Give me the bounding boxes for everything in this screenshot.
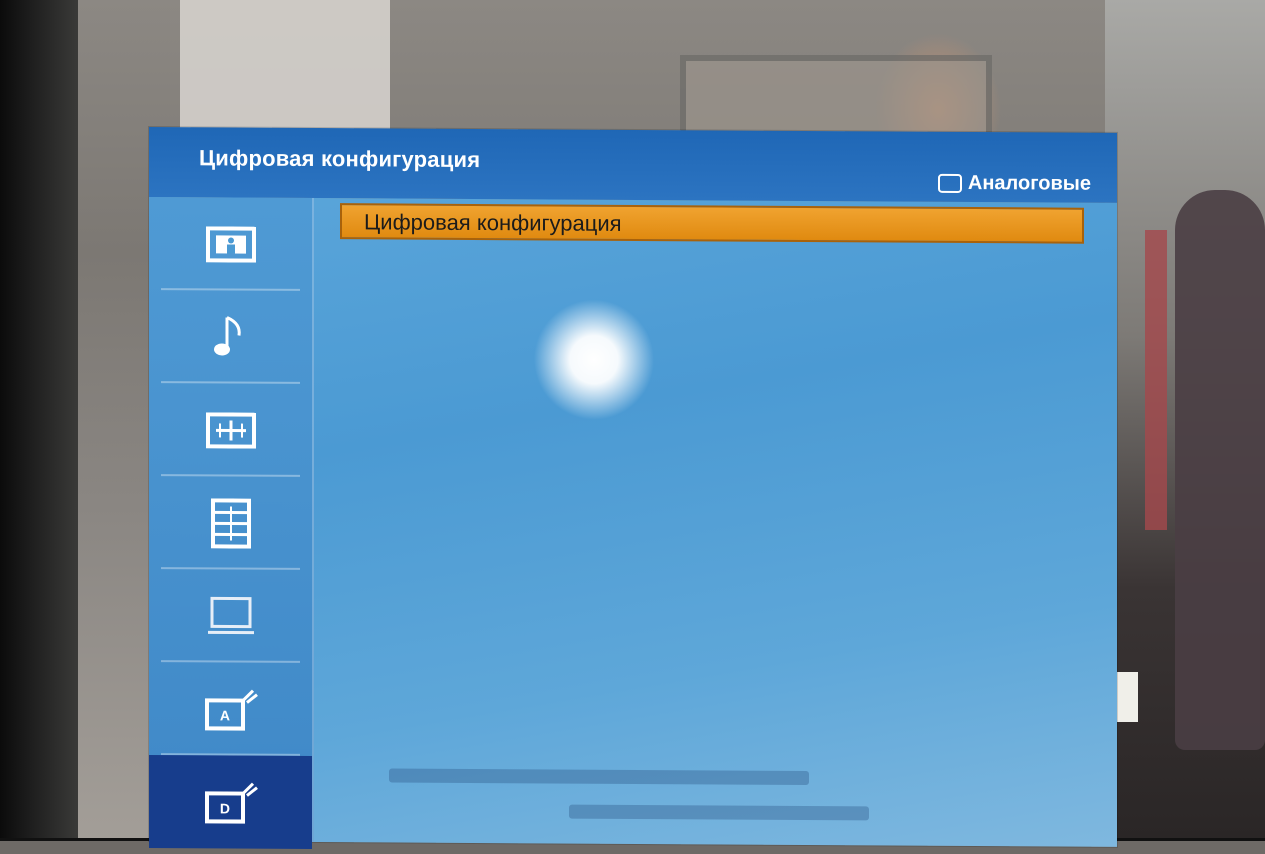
background-person (1175, 190, 1265, 750)
analog-button-label: Аналоговые (968, 172, 1091, 196)
antenna-d-icon: D (203, 779, 259, 825)
osd-title: Цифровая конфигурация (199, 145, 480, 173)
menu-item-digital-config[interactable]: Цифровая конфигурация (340, 203, 1084, 244)
rounded-square-icon (938, 174, 962, 193)
sidebar-item-setup[interactable] (149, 383, 312, 477)
menu-item-label: Цифровая конфигурация (364, 209, 622, 236)
music-note-icon (213, 313, 249, 361)
sidebar-item-digital-tuning[interactable]: D (149, 755, 312, 849)
analog-button[interactable]: Аналоговые (938, 172, 1091, 196)
tv-bezel (0, 0, 78, 841)
sidebar-item-screen[interactable] (149, 569, 312, 663)
table-icon (211, 498, 251, 548)
osd-header: Цифровая конфигурация Аналоговые (149, 127, 1117, 203)
picture-icon (206, 226, 256, 262)
antenna-a-icon: A (203, 686, 259, 732)
svg-text:D: D (219, 800, 229, 816)
tv-osd-menu: Цифровая конфигурация Аналоговые Цифрова… (149, 127, 1117, 847)
sidebar-item-sound[interactable] (149, 290, 312, 384)
svg-text:A: A (219, 707, 229, 723)
sidebar-item-timer[interactable] (149, 476, 312, 570)
background-reflection (569, 805, 869, 821)
background-object (1145, 230, 1167, 530)
background-wall (180, 0, 390, 130)
sidebar-item-analog-tuning[interactable]: A (149, 662, 312, 756)
sidebar-item-picture[interactable] (149, 197, 312, 291)
grid-settings-icon (206, 412, 256, 448)
background-reflection (389, 768, 809, 785)
blank-screen-icon (206, 596, 256, 636)
osd-sidebar: A D (149, 197, 314, 842)
